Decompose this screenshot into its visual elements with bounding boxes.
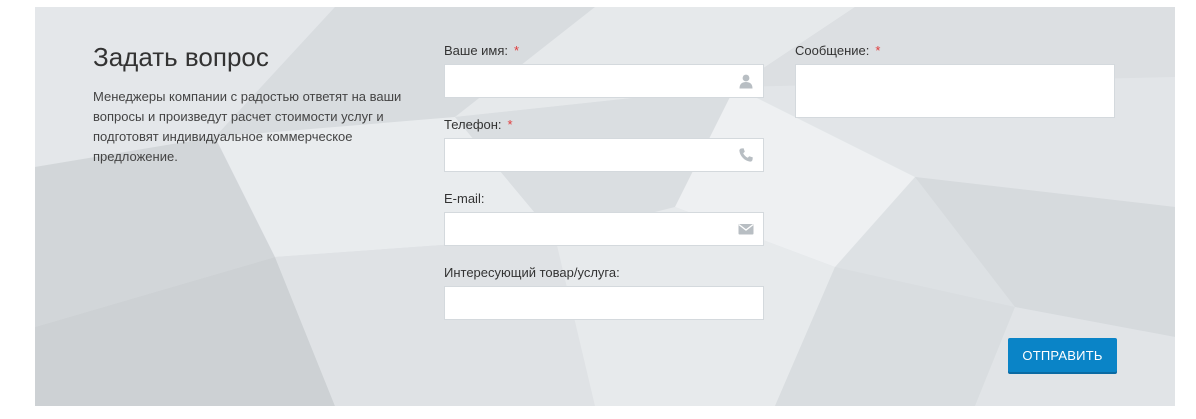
intro-block: Задать вопрос Менеджеры компании с радос…: [93, 41, 403, 167]
message-textarea[interactable]: [796, 65, 1114, 117]
message-field-group: Сообщение: *: [795, 43, 1115, 118]
intro-description: Менеджеры компании с радостью ответят на…: [93, 89, 402, 164]
phone-icon: [739, 148, 753, 162]
email-label: E-mail:: [444, 191, 485, 206]
name-field-group: Ваше имя: *: [444, 43, 764, 98]
message-input-wrapper: [795, 64, 1115, 118]
message-label: Сообщение: *: [795, 43, 881, 58]
page-title: Задать вопрос: [93, 42, 269, 72]
email-input-wrapper: [444, 212, 764, 246]
product-label: Интересующий товар/услуга:: [444, 265, 620, 280]
name-input-wrapper: [444, 64, 764, 98]
product-input-wrapper: [444, 286, 764, 320]
required-mark: *: [875, 43, 881, 58]
product-input[interactable]: [445, 287, 745, 319]
name-input[interactable]: [445, 65, 745, 97]
required-mark: *: [514, 43, 520, 58]
ask-question-panel: Задать вопрос Менеджеры компании с радос…: [35, 7, 1175, 406]
user-icon: [739, 74, 753, 89]
name-label: Ваше имя: *: [444, 43, 520, 58]
submit-button[interactable]: ОТПРАВИТЬ: [1008, 338, 1117, 372]
phone-field-group: Телефон: *: [444, 117, 764, 172]
phone-input[interactable]: [445, 139, 745, 171]
envelope-icon: [738, 224, 754, 235]
email-input[interactable]: [445, 213, 745, 245]
phone-input-wrapper: [444, 138, 764, 172]
required-mark: *: [507, 117, 513, 132]
phone-label: Телефон: *: [444, 117, 513, 132]
email-field-group: E-mail:: [444, 191, 764, 246]
product-field-group: Интересующий товар/услуга:: [444, 265, 764, 320]
